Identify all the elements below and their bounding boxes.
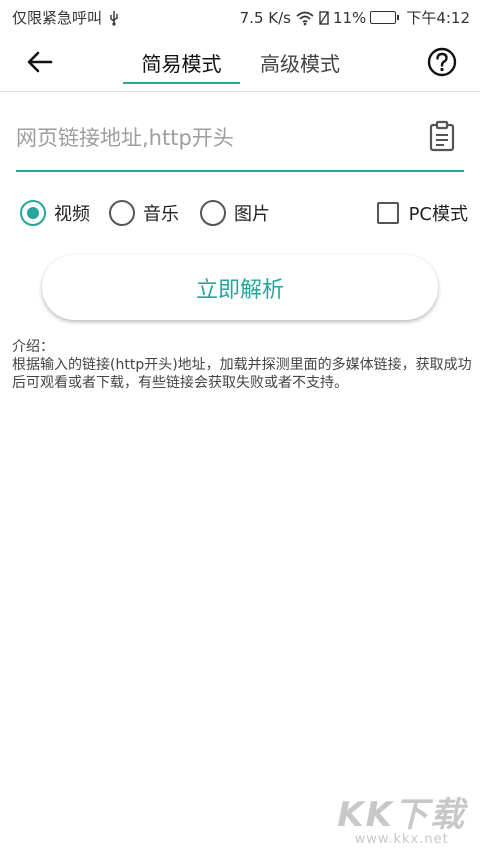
arrow-left-icon bbox=[27, 51, 53, 73]
no-sim-icon bbox=[319, 10, 329, 25]
watermark: KK下载 www.kkx.net bbox=[337, 787, 466, 847]
media-type-options: 视频 音乐 图片 PC模式 bbox=[0, 196, 480, 232]
carrier-status-text: 仅限紧急呼叫 bbox=[12, 9, 103, 27]
pc-mode-checkbox[interactable]: PC模式 bbox=[376, 200, 468, 226]
question-icon bbox=[427, 47, 457, 77]
radio-music-label: 音乐 bbox=[143, 204, 179, 225]
intro-body: 根据输入的链接(http开头)地址，加载并探测里面的多媒体链接，获取成功后可观看… bbox=[12, 357, 472, 391]
radio-button[interactable] bbox=[109, 200, 135, 226]
status-right: 7.5 K/s 11% 下午4:12 bbox=[240, 7, 470, 28]
intro-title: 介绍： bbox=[12, 339, 54, 355]
battery-percent: 11% bbox=[332, 8, 367, 27]
url-input[interactable] bbox=[16, 120, 416, 156]
tab-simple-mode[interactable]: 简易模式 bbox=[123, 48, 240, 84]
pc-mode-label: PC模式 bbox=[408, 204, 468, 225]
tab-advanced-mode[interactable]: 高级模式 bbox=[252, 48, 348, 84]
back-button[interactable] bbox=[22, 46, 58, 78]
network-speed: 7.5 K/s bbox=[239, 8, 291, 27]
radio-button[interactable] bbox=[200, 200, 226, 226]
intro-section: 介绍： 根据输入的链接(http开头)地址，加载并探测里面的多媒体链接，获取成功… bbox=[12, 338, 472, 392]
watermark-logo: KK下载 bbox=[337, 795, 466, 835]
usb-icon bbox=[110, 10, 118, 26]
status-left: 仅限紧急呼叫 bbox=[12, 7, 120, 28]
radio-video-label: 视频 bbox=[54, 204, 90, 225]
paste-button[interactable] bbox=[428, 120, 456, 152]
clipboard-icon bbox=[429, 120, 455, 152]
status-bar: 仅限紧急呼叫 7.5 K/s 11% 下午4:12 bbox=[0, 0, 480, 32]
checkbox[interactable] bbox=[376, 202, 399, 224]
battery-icon bbox=[370, 11, 400, 24]
radio-video[interactable]: 视频 bbox=[20, 200, 90, 226]
url-field bbox=[16, 112, 464, 172]
help-button[interactable] bbox=[426, 46, 458, 78]
watermark-url: www.kkx.net bbox=[354, 832, 449, 847]
radio-button-checked[interactable] bbox=[20, 200, 46, 226]
app-bar: 简易模式 高级模式 bbox=[0, 32, 480, 92]
parse-button[interactable]: 立即解析 bbox=[42, 255, 438, 320]
radio-image-label: 图片 bbox=[234, 204, 270, 225]
status-time: 下午4:12 bbox=[406, 9, 470, 27]
radio-music[interactable]: 音乐 bbox=[109, 200, 179, 226]
wifi-icon bbox=[296, 11, 314, 25]
radio-image[interactable]: 图片 bbox=[200, 200, 270, 226]
